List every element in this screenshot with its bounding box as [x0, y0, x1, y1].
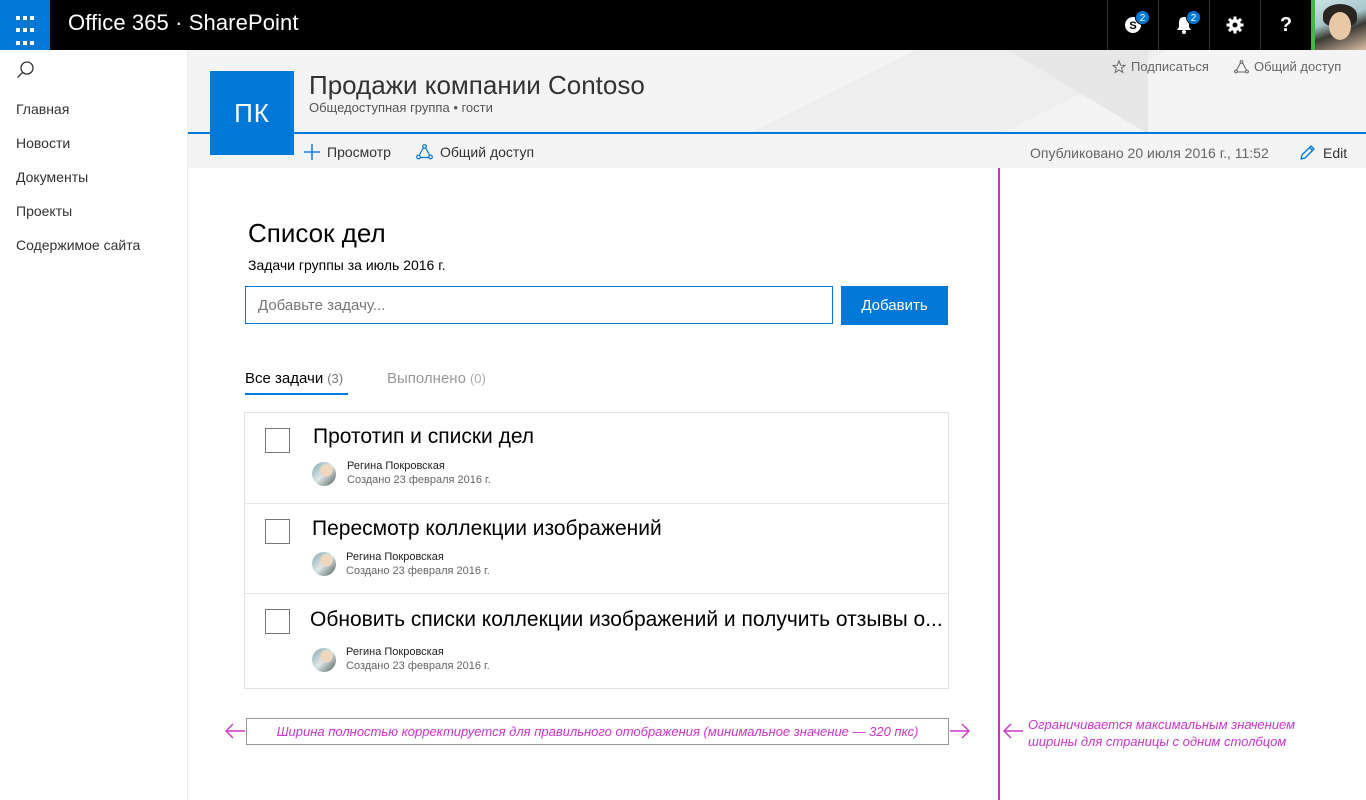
tab-all-tasks-label: Все задачи: [245, 370, 324, 387]
header-share-label: Общий доступ: [1254, 59, 1342, 74]
task-title[interactable]: Обновить списки коллекции изображений и …: [310, 608, 943, 632]
task-author: Регина Покровская: [346, 551, 444, 563]
site-title[interactable]: Продажи компании Contoso: [309, 70, 645, 101]
task-created-date: Создано 23 февраля 2016 г.: [346, 565, 490, 577]
max-width-annotation-line1: Ограничивается максимальным значением: [1028, 717, 1296, 732]
list-item: Прототип и списки дел Регина Покровская …: [245, 413, 948, 504]
gear-icon: [1226, 16, 1244, 34]
task-checkbox[interactable]: [265, 428, 290, 453]
active-tab-indicator: [245, 393, 348, 395]
notifications-button[interactable]: 2: [1158, 0, 1209, 50]
share-icon: [1234, 59, 1249, 73]
left-navigation: Главная Новости Документы Проекты Содерж…: [0, 50, 188, 800]
nav-item-projects[interactable]: Проекты: [16, 203, 72, 219]
site-subtitle: Общедоступная группа • гости: [309, 100, 493, 115]
pencil-icon: [1300, 145, 1315, 160]
suite-bar: Office 365 · SharePoint S 2 2 ?: [0, 0, 1366, 50]
add-task-input[interactable]: [245, 286, 833, 324]
list-item: Пересмотр коллекции изображений Регина П…: [245, 504, 948, 594]
avatar: [312, 648, 336, 672]
site-logo[interactable]: ПК: [210, 71, 294, 155]
tab-all-tasks[interactable]: Все задачи (3): [245, 370, 343, 387]
notifications-badge: 2: [1186, 10, 1201, 25]
avatar: [312, 462, 336, 486]
nav-item-documents[interactable]: Документы: [16, 169, 88, 185]
tab-completed[interactable]: Выполнено (0): [387, 370, 486, 387]
star-icon: [1112, 59, 1126, 74]
help-button[interactable]: ?: [1260, 0, 1311, 50]
arrow-left-icon: [1003, 723, 1023, 739]
width-annotation: Ширина полностью корректируется для прав…: [246, 718, 949, 745]
share-button[interactable]: Общий доступ: [416, 144, 534, 160]
add-task-button[interactable]: Добавить: [841, 286, 948, 325]
edit-label: Edit: [1323, 144, 1348, 161]
share-label: Общий доступ: [440, 144, 535, 160]
avatar: [312, 552, 336, 576]
max-width-annotation: Ограничивается максимальным значением ши…: [1028, 716, 1295, 750]
list-item: Обновить списки коллекции изображений и …: [245, 594, 948, 688]
max-width-annotation-line2: ширины для страницы с одним столбцом: [1028, 734, 1287, 749]
view-label: Просмотр: [327, 144, 391, 160]
settings-button[interactable]: [1209, 0, 1260, 50]
arrow-left-icon: [225, 723, 245, 739]
arrow-right-icon: [950, 723, 970, 739]
nav-item-news[interactable]: Новости: [16, 135, 70, 151]
edit-button[interactable]: Edit: [1299, 144, 1347, 161]
header-share-button[interactable]: Общий доступ: [1234, 59, 1341, 74]
app-launcher-icon[interactable]: [0, 0, 50, 50]
plus-icon: [304, 144, 320, 160]
search-icon[interactable]: [16, 60, 36, 80]
tab-completed-count: (0): [469, 371, 486, 386]
todo-title: Список дел: [248, 218, 386, 248]
nav-item-site-contents[interactable]: Содержимое сайта: [16, 237, 140, 253]
tab-all-tasks-count: (3): [327, 371, 344, 386]
task-author: Регина Покровская: [347, 460, 445, 472]
published-date: Опубликовано 20 июля 2016 г., 11:52: [1030, 145, 1269, 161]
task-checkbox[interactable]: [265, 609, 290, 634]
task-checkbox[interactable]: [265, 519, 290, 544]
max-width-guide-line: [998, 168, 1000, 800]
tab-completed-label: Выполнено: [387, 370, 466, 387]
user-avatar[interactable]: [1311, 0, 1366, 50]
task-author: Регина Покровская: [346, 646, 444, 658]
task-title[interactable]: Пересмотр коллекции изображений: [312, 517, 662, 541]
share-icon: [416, 144, 433, 160]
task-title[interactable]: Прототип и списки дел: [313, 425, 534, 449]
follow-button[interactable]: Подписаться: [1112, 59, 1209, 74]
skype-button[interactable]: S 2: [1107, 0, 1158, 50]
follow-label: Подписаться: [1131, 59, 1209, 74]
task-created-date: Создано 23 февраля 2016 г.: [346, 660, 490, 672]
nav-item-home[interactable]: Главная: [16, 101, 69, 117]
help-icon: ?: [1279, 13, 1293, 36]
task-list: Прототип и списки дел Регина Покровская …: [244, 412, 949, 689]
task-created-date: Создано 23 февраля 2016 г.: [347, 474, 491, 486]
suite-brand[interactable]: Office 365 · SharePoint: [68, 10, 299, 36]
skype-badge: 2: [1135, 10, 1150, 25]
view-button[interactable]: Просмотр: [304, 144, 391, 160]
todo-subtitle: Задачи группы за июль 2016 г.: [248, 257, 446, 273]
